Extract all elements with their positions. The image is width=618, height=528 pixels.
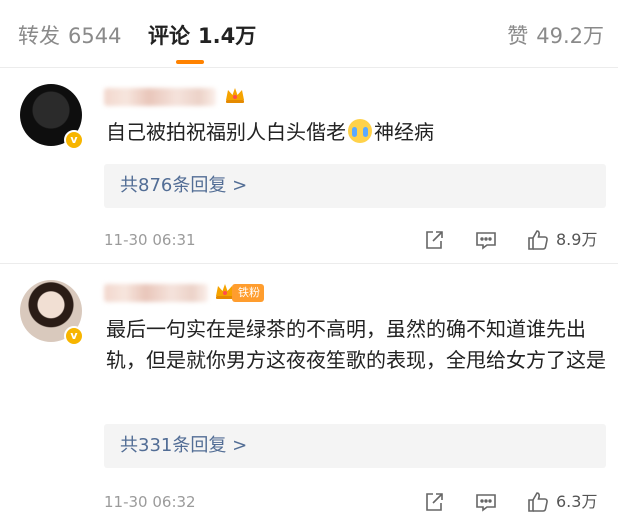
tab-comments-label: 评论 — [148, 24, 190, 48]
comment-meta: 11-30 06:32 6.3万 — [104, 490, 606, 514]
replies-box[interactable]: 共876条回复 > — [104, 164, 606, 208]
comment-text: 最后一句实在是绿茶的不高明，虽然的确不知道谁先出轨，但是就你男方这夜夜笙歌的表现… — [106, 317, 606, 372]
like-count: 6.3万 — [556, 492, 598, 511]
active-tab-indicator — [176, 60, 204, 64]
like-icon[interactable] — [526, 490, 550, 514]
comment-text-part: 神经病 — [374, 120, 434, 144]
comment-time: 11-30 06:32 — [104, 493, 196, 511]
tab-likes-label: 赞 — [507, 24, 529, 48]
verified-icon: v — [64, 130, 84, 150]
comment-item: v 铁粉 最后一句实在是绿茶的不高明，虽然的确不知道谁先出轨，但是就你男方这夜夜… — [0, 264, 618, 528]
tab-likes-count: 49.2万 — [536, 24, 604, 48]
replies-box[interactable]: 共331条回复 > — [104, 424, 606, 468]
share-icon[interactable] — [422, 490, 446, 514]
fan-badge: 铁粉 — [232, 284, 264, 302]
tab-comments[interactable]: 评论 1.4万 — [148, 22, 256, 50]
share-icon[interactable] — [422, 228, 446, 252]
comment-tabs: 转发 6544 评论 1.4万 赞 49.2万 — [0, 0, 618, 68]
comment-icon[interactable] — [474, 228, 498, 252]
tab-repost-count: 6544 — [68, 24, 122, 48]
tab-repost[interactable]: 转发 6544 — [18, 22, 121, 50]
verified-icon: v — [64, 326, 84, 346]
comment-time: 11-30 06:31 — [104, 231, 196, 249]
tab-repost-label: 转发 — [18, 24, 60, 48]
tab-comments-count: 1.4万 — [198, 24, 257, 48]
cry-emoji-icon — [348, 119, 372, 143]
username-blurred[interactable] — [104, 284, 208, 302]
username-blurred[interactable] — [104, 88, 216, 106]
comment-icon[interactable] — [474, 490, 498, 514]
like-icon[interactable] — [526, 228, 550, 252]
comment-meta: 11-30 06:31 8.9万 — [104, 228, 606, 252]
crown-icon — [224, 84, 246, 106]
comment-item: v 自己被拍祝福别人白头偕老 神经病 共876条回复 > 11-30 06:31 … — [0, 68, 618, 264]
comment-text: 自己被拍祝福别人白头偕老 神经病 — [106, 117, 606, 148]
like-count: 8.9万 — [556, 230, 598, 249]
view-replies-link[interactable]: 共331条回复 > — [120, 435, 247, 457]
view-replies-link[interactable]: 共876条回复 > — [120, 175, 247, 197]
tab-likes[interactable]: 赞 49.2万 — [507, 22, 604, 50]
comment-text-part: 自己被拍祝福别人白头偕老 — [106, 120, 346, 144]
